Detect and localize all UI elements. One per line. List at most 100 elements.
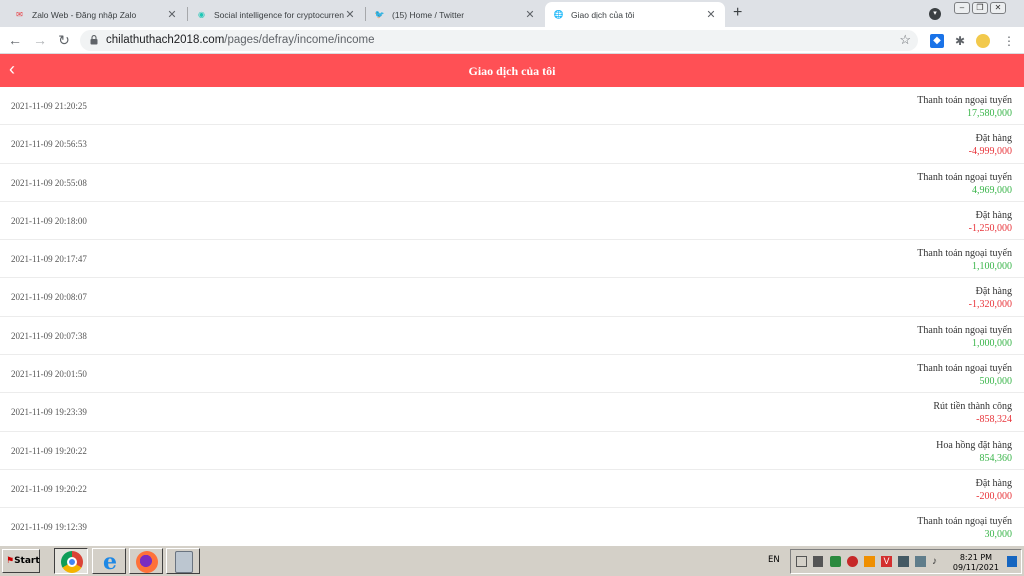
transaction-row[interactable]: 2021-11-09 20:08:07 Đặt hàng -1,320,000 bbox=[0, 278, 1024, 317]
url-text: chilathuthach2018.com/pages/defray/incom… bbox=[106, 34, 375, 46]
transaction-type: Đặt hàng bbox=[975, 133, 1012, 145]
transaction-type: Thanh toán ngoại tuyến bbox=[917, 324, 1012, 336]
bookmark-star-icon[interactable]: ☆ bbox=[899, 32, 911, 48]
transaction-amount: -200,000 bbox=[976, 490, 1012, 502]
transaction-row[interactable]: 2021-11-09 19:12:39 Thanh toán ngoại tuyế… bbox=[0, 508, 1024, 545]
transaction-amount: -1,320,000 bbox=[968, 299, 1012, 311]
transaction-type: Thanh toán ngoại tuyến bbox=[917, 95, 1012, 106]
antivirus-icon[interactable]: V bbox=[881, 556, 892, 567]
extensions-puzzle-icon[interactable]: ✱ bbox=[953, 34, 967, 48]
tab-zalo[interactable]: ✉ Zalo Web - Đăng nhập Zalo ✕ bbox=[6, 2, 186, 27]
tray-orange-icon[interactable] bbox=[864, 556, 875, 567]
tab-title: (15) Home / Twitter bbox=[392, 9, 465, 20]
transaction-row[interactable]: 2021-11-09 20:01:50 Thanh toán ngoại tuyế… bbox=[0, 355, 1024, 394]
chrome-icon bbox=[61, 551, 83, 573]
transaction-date: 2021-11-09 20:17:47 bbox=[11, 254, 87, 265]
clock-date: 09/11/2021 bbox=[952, 563, 999, 572]
new-tab-button[interactable]: + bbox=[733, 4, 742, 22]
clock[interactable]: 8:21 PM 09/11/2021 bbox=[953, 553, 999, 573]
transaction-amount: -1,250,000 bbox=[968, 222, 1012, 234]
transaction-type: Đặt hàng bbox=[975, 286, 1012, 298]
tray-green-icon[interactable] bbox=[830, 556, 841, 567]
restore-button[interactable]: ❐ bbox=[972, 2, 988, 14]
transaction-date: 2021-11-09 20:55:08 bbox=[11, 177, 87, 188]
calculator-icon bbox=[175, 551, 193, 573]
profile-avatar[interactable] bbox=[976, 34, 990, 48]
transaction-row[interactable]: 2021-11-09 19:23:39 Rút tiền thành công -8… bbox=[0, 393, 1024, 432]
transaction-date: 2021-11-09 20:07:38 bbox=[11, 330, 87, 341]
transaction-amount: 854,360 bbox=[979, 452, 1013, 464]
close-icon[interactable]: ✕ bbox=[524, 8, 536, 21]
transaction-row[interactable]: 2021-11-09 20:18:00 Đặt hàng -1,250,000 bbox=[0, 202, 1024, 241]
close-window-button[interactable]: ✕ bbox=[990, 2, 1006, 14]
close-icon[interactable]: ✕ bbox=[344, 8, 356, 21]
start-button[interactable]: ⚑Start bbox=[2, 549, 40, 573]
extension-droplet-icon[interactable]: ◆ bbox=[930, 34, 944, 48]
browser-toolbar: ← → ↻ chilathuthach2018.com/pages/defray… bbox=[0, 27, 1024, 54]
transaction-date: 2021-11-09 19:12:39 bbox=[11, 522, 87, 533]
tab-twitter[interactable]: 🐦 (15) Home / Twitter ✕ bbox=[366, 2, 544, 27]
transaction-row[interactable]: 2021-11-09 20:17:47 Thanh toán ngoại tuyế… bbox=[0, 240, 1024, 279]
tray-red-icon[interactable] bbox=[847, 556, 858, 567]
transaction-row[interactable]: 2021-11-09 19:20:22 Đặt hàng -200,000 bbox=[0, 470, 1024, 509]
transaction-amount: 17,580,000 bbox=[967, 108, 1012, 119]
taskbar-chrome[interactable] bbox=[54, 548, 88, 574]
transaction-date: 2021-11-09 19:23:39 bbox=[11, 407, 87, 418]
tray-gray-icon[interactable] bbox=[915, 556, 926, 567]
zalo-icon: ✉ bbox=[16, 10, 23, 19]
firefox-icon bbox=[136, 551, 158, 573]
transaction-row[interactable]: 2021-11-09 20:56:53 Đặt hàng -4,999,000 bbox=[0, 125, 1024, 164]
transaction-row[interactable]: 2021-11-09 19:20:22 Hoa hồng đặt hàng 854,… bbox=[0, 432, 1024, 470]
transaction-type: Thanh toán ngoại tuyến bbox=[917, 516, 1012, 528]
app-header: ‹ Giao dịch của tôi bbox=[0, 54, 1024, 87]
lock-icon bbox=[90, 35, 98, 45]
tab-giao-dich[interactable]: 🌐 Giao dịch của tôi ✕ bbox=[545, 2, 725, 27]
transaction-date: 2021-11-09 20:08:07 bbox=[11, 292, 87, 303]
tab-search-icon[interactable]: ▾ bbox=[929, 8, 941, 20]
close-icon[interactable]: ✕ bbox=[705, 8, 717, 21]
transaction-list[interactable]: 2021-11-09 21:20:25 Thanh toán ngoại tuyế… bbox=[0, 87, 1024, 545]
internet-explorer-icon: e bbox=[103, 549, 117, 575]
taskbar-ie[interactable]: e bbox=[92, 548, 126, 574]
browser-tab-strip: ✉ Zalo Web - Đăng nhập Zalo ✕ ◉ Social i… bbox=[0, 0, 1024, 27]
transaction-type: Đặt hàng bbox=[975, 477, 1012, 489]
globe-icon: 🌐 bbox=[553, 10, 564, 19]
transaction-type: Rút tiền thành công bbox=[933, 401, 1012, 413]
close-icon[interactable]: ✕ bbox=[166, 8, 178, 21]
transaction-row[interactable]: 2021-11-09 20:07:38 Thanh toán ngoại tuyế… bbox=[0, 317, 1024, 356]
tab-title: Social intelligence for cryptocurrencies bbox=[214, 9, 344, 20]
network-icon[interactable] bbox=[813, 556, 823, 567]
transaction-date: 2021-11-09 21:20:25 bbox=[11, 101, 87, 111]
start-label: Start bbox=[14, 556, 40, 566]
transaction-type: Hoa hồng đặt hàng bbox=[936, 439, 1012, 451]
tab-title: Zalo Web - Đăng nhập Zalo bbox=[32, 9, 137, 20]
url-host: chilathuthach2018.com bbox=[106, 34, 225, 46]
transaction-amount: 500,000 bbox=[979, 376, 1013, 388]
volume-icon[interactable]: ♪ bbox=[932, 556, 943, 567]
reload-icon[interactable]: ↻ bbox=[55, 31, 73, 49]
tab-social-intelligence[interactable]: ◉ Social intelligence for cryptocurrenci… bbox=[188, 2, 364, 27]
taskbar-firefox[interactable] bbox=[129, 548, 163, 574]
tab-title: Giao dịch của tôi bbox=[571, 9, 635, 20]
tray-icon[interactable] bbox=[796, 556, 807, 567]
windows-flag-icon: ⚑ bbox=[6, 556, 15, 566]
transaction-row[interactable]: 2021-11-09 20:55:08 Thanh toán ngoại tuyế… bbox=[0, 164, 1024, 202]
transaction-amount: 1,000,000 bbox=[972, 337, 1012, 349]
minimize-button[interactable]: – bbox=[954, 2, 970, 14]
transaction-row[interactable]: 2021-11-09 21:20:25 Thanh toán ngoại tuyế… bbox=[0, 87, 1024, 126]
taskbar-calculator[interactable] bbox=[166, 548, 200, 574]
lunarcrush-icon: ◉ bbox=[198, 10, 205, 19]
tray-dark-icon[interactable] bbox=[898, 556, 909, 567]
show-desktop-icon[interactable] bbox=[1007, 556, 1017, 567]
window-controls: – ❐ ✕ bbox=[954, 2, 1006, 16]
transaction-date: 2021-11-09 20:18:00 bbox=[11, 215, 87, 226]
language-indicator[interactable]: EN bbox=[768, 555, 780, 565]
transaction-type: Đặt hàng bbox=[975, 209, 1012, 221]
transaction-type: Thanh toán ngoại tuyến bbox=[917, 363, 1012, 375]
transaction-amount: 30,000 bbox=[984, 529, 1013, 541]
forward-arrow-icon[interactable]: → bbox=[31, 31, 49, 49]
transaction-amount: -858,324 bbox=[976, 414, 1012, 426]
back-arrow-icon[interactable]: ← bbox=[6, 31, 24, 49]
menu-dots-icon[interactable]: ⋮ bbox=[1002, 34, 1016, 48]
address-bar[interactable]: chilathuthach2018.com/pages/defray/incom… bbox=[80, 30, 918, 51]
